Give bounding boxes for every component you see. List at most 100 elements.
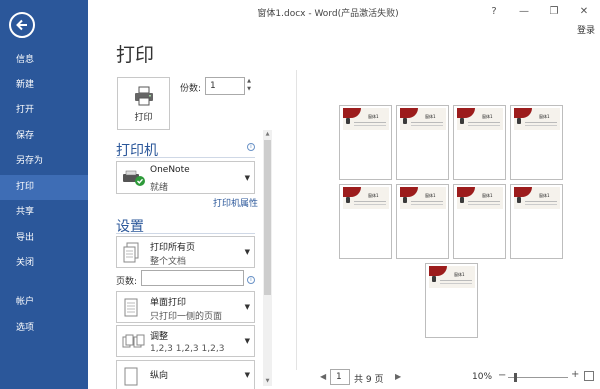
pages-info-icon[interactable]: i: [247, 276, 255, 284]
preview-page: 窗体1: [339, 184, 392, 259]
nav-item-info[interactable]: 信息: [0, 48, 88, 73]
preview-page: 窗体1: [510, 105, 563, 180]
back-button[interactable]: [9, 12, 35, 38]
nav-item-new[interactable]: 新建: [0, 73, 88, 98]
total-pages: 共 9 页: [354, 375, 384, 385]
help-button[interactable]: ?: [482, 4, 506, 20]
orientation-title: 纵向: [150, 371, 169, 381]
zoom-out-icon[interactable]: −: [498, 370, 506, 381]
page-watermark: 窗体1: [539, 193, 550, 198]
preview-page: 窗体1: [453, 184, 506, 259]
chevron-down-icon: ▼: [244, 303, 250, 311]
spin-down-icon[interactable]: ▼: [245, 85, 253, 93]
page-title: 打印: [116, 44, 155, 66]
duplex-title: 单面打印: [150, 298, 187, 308]
page-lines: [354, 201, 386, 205]
page-mark: [403, 118, 407, 124]
chevron-down-icon: ▼: [244, 337, 250, 345]
page-lines: [411, 122, 443, 126]
page-watermark: 窗体1: [482, 114, 493, 119]
page-mark: [346, 197, 350, 203]
previous-page-icon[interactable]: ◀: [320, 372, 326, 381]
zoom-to-page-icon[interactable]: [584, 371, 594, 381]
nav-item-save-as[interactable]: 另存为: [0, 149, 88, 174]
orientation-dropdown[interactable]: 纵向 ▼: [116, 360, 255, 389]
page-mark: [432, 276, 436, 282]
page-lines: [468, 122, 500, 126]
print-range-title: 打印所有页: [150, 243, 196, 253]
nav-item-share[interactable]: 共享: [0, 200, 88, 225]
printer-status: 就绪: [150, 183, 169, 193]
preview-page: 窗体1: [453, 105, 506, 180]
page-watermark: 窗体1: [368, 114, 379, 119]
page-watermark: 窗体1: [368, 193, 379, 198]
printer-section-divider: [116, 157, 255, 158]
print-range-sub: 整个文档: [150, 257, 187, 267]
page-mark: [460, 197, 464, 203]
login-link[interactable]: 登录: [577, 23, 595, 36]
nav-item-save[interactable]: 保存: [0, 124, 88, 149]
chevron-down-icon: ▼: [244, 248, 250, 256]
collate-title: 调整: [150, 332, 169, 342]
preview-page: 窗体1: [396, 184, 449, 259]
pages-label: 页数:: [116, 277, 138, 287]
printer-info-icon[interactable]: i: [247, 143, 255, 151]
restore-button[interactable]: ❐: [542, 4, 566, 20]
nav-item-account[interactable]: 帐户: [0, 290, 88, 315]
duplex-sub: 只打印一侧的页面: [150, 312, 223, 322]
printer-status-icon: [123, 170, 145, 186]
nav-item-open[interactable]: 打开: [0, 98, 88, 123]
collate-icon: [122, 334, 145, 348]
copies-input[interactable]: 1: [205, 77, 245, 95]
page-watermark: 窗体1: [454, 272, 465, 277]
nav-item-close[interactable]: 关闭: [0, 251, 88, 276]
scroll-thumb[interactable]: [264, 140, 271, 295]
preview-page: 窗体1: [396, 105, 449, 180]
page-lines: [468, 201, 500, 205]
page-watermark: 窗体1: [482, 193, 493, 198]
collate-dropdown[interactable]: 调整 1,2,3 1,2,3 1,2,3 ▼: [116, 325, 255, 357]
pages-input[interactable]: [141, 270, 244, 286]
settings-scrollbar[interactable]: ▲ ▼: [263, 130, 272, 386]
nav-item-options[interactable]: 选项: [0, 316, 88, 341]
scroll-up-icon[interactable]: ▲: [263, 130, 272, 139]
page-lines: [525, 122, 557, 126]
duplex-dropdown[interactable]: 单面打印 只打印一侧的页面 ▼: [116, 291, 255, 323]
printer-icon: [135, 86, 153, 106]
page-lines: [525, 201, 557, 205]
zoom-slider-track[interactable]: [508, 377, 568, 378]
printer-dropdown[interactable]: OneNote 就绪 ▼: [116, 161, 255, 194]
copies-spinner[interactable]: ▲ ▼: [245, 77, 253, 95]
printer-name: OneNote: [150, 165, 190, 175]
single-page-icon: [124, 298, 138, 317]
print-range-dropdown[interactable]: 打印所有页 整个文档 ▼: [116, 236, 255, 268]
page-mark: [460, 118, 464, 124]
zoom-in-icon[interactable]: +: [571, 369, 579, 380]
nav-item-export[interactable]: 导出: [0, 226, 88, 251]
page-watermark: 窗体1: [425, 114, 436, 119]
close-button[interactable]: ✕: [572, 4, 596, 20]
zoom-level: 10%: [472, 372, 493, 382]
current-page-input[interactable]: 1: [330, 369, 350, 385]
chevron-down-icon: ▼: [244, 174, 250, 182]
copies-label: 份数:: [180, 84, 202, 94]
page-watermark: 窗体1: [539, 114, 550, 119]
scroll-down-icon[interactable]: ▼: [263, 377, 272, 386]
nav-item-print[interactable]: 打印: [0, 175, 88, 200]
spin-up-icon[interactable]: ▲: [245, 77, 253, 85]
page-lines: [440, 280, 472, 284]
preview-page: 窗体1: [510, 184, 563, 259]
chevron-down-icon: ▼: [244, 371, 250, 379]
backstage-nav: 信息 新建 打开 保存 另存为 打印 共享 导出 关闭 帐户 选项: [0, 0, 88, 389]
zoom-slider-thumb[interactable]: [514, 373, 517, 382]
next-page-icon[interactable]: ▶: [395, 372, 401, 381]
page-lines: [354, 122, 386, 126]
print-button[interactable]: 打印: [117, 77, 170, 130]
printer-properties-link[interactable]: 打印机属性: [213, 196, 258, 209]
page-mark: [517, 197, 521, 203]
document-pages-icon: [123, 242, 139, 263]
preview-page: 窗体1: [339, 105, 392, 180]
minimize-button[interactable]: —: [512, 4, 536, 20]
settings-section-divider: [116, 233, 255, 234]
window-title: 窗体1.docx - Word(产品激活失败): [257, 9, 399, 19]
